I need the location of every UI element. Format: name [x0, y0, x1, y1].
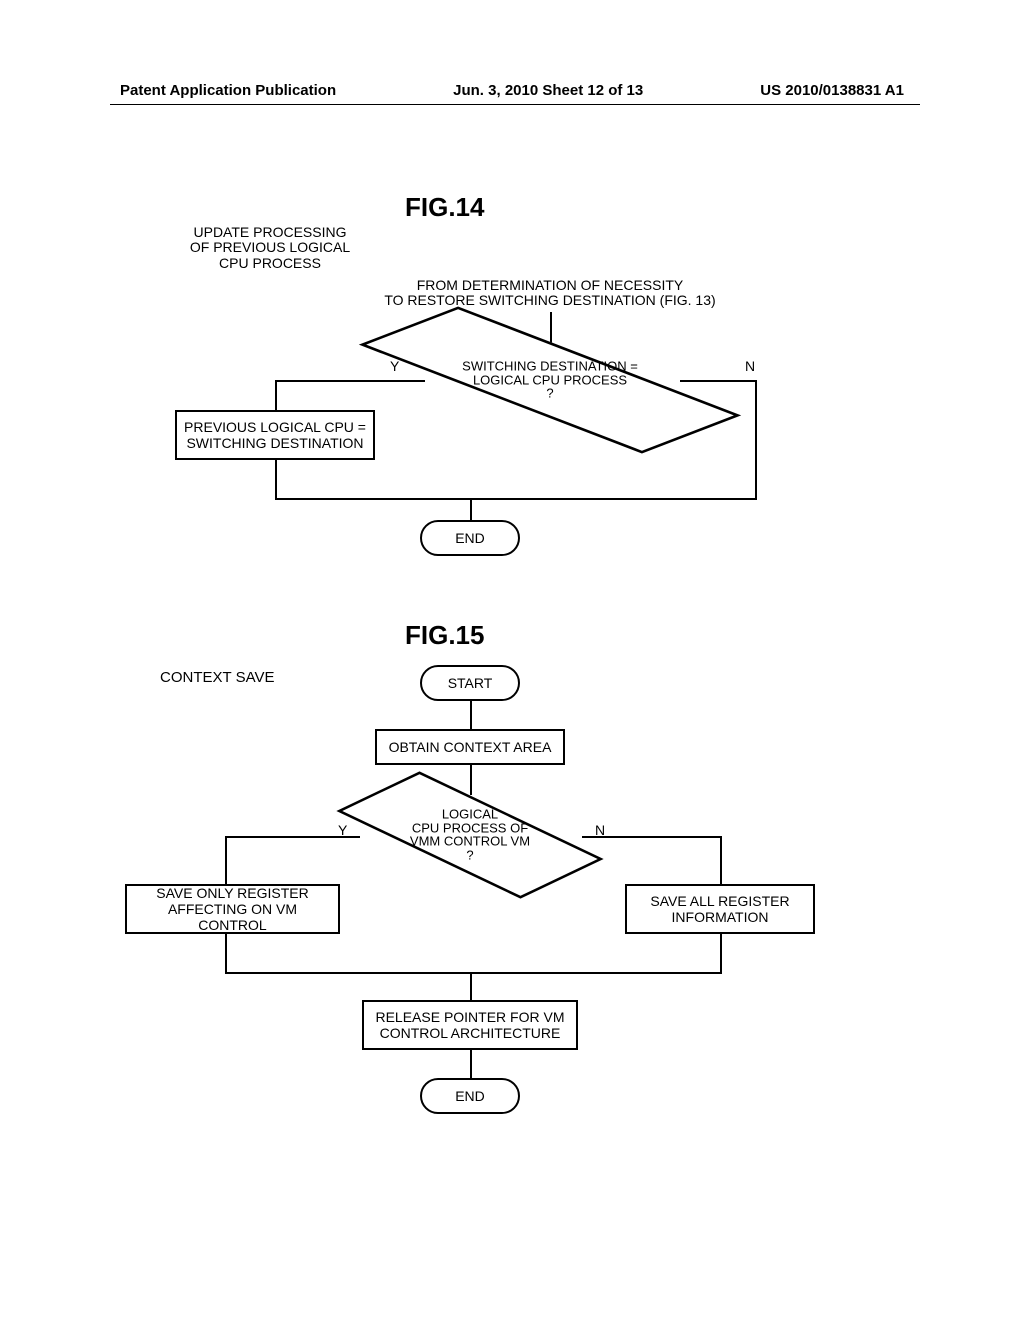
fig15-title: FIG.15	[405, 620, 484, 651]
fig15-start: START	[420, 665, 520, 701]
fig15-obtain: OBTAIN CONTEXT AREA	[375, 729, 565, 765]
fig14-decision-l3: ?	[420, 387, 680, 401]
connector	[275, 460, 277, 498]
fig15-yes-l1: SAVE ONLY REGISTER	[133, 885, 332, 901]
fig15-start-label: START	[448, 675, 493, 691]
fig15-no-box: SAVE ALL REGISTER INFORMATION	[625, 884, 815, 934]
fig15-release-l1: RELEASE POINTER FOR VM	[375, 1009, 564, 1025]
fig14-end-label: END	[455, 530, 485, 546]
fig15-end-label: END	[455, 1088, 485, 1104]
connector	[470, 972, 472, 1000]
connector	[225, 934, 227, 972]
fig14-proc-title-l1: UPDATE PROCESSING	[160, 225, 380, 240]
fig15-decision-l1: LOGICAL	[360, 808, 580, 822]
fig15-decision-l2: CPU PROCESS OF	[360, 821, 580, 835]
fig14-decision-l1: SWITCHING DESTINATION =	[420, 360, 680, 374]
fig14-proc-title-l2: OF PREVIOUS LOGICAL	[160, 240, 380, 255]
fig15-section: CONTEXT SAVE	[160, 670, 360, 687]
connector	[720, 934, 722, 972]
fig15-no-l1: SAVE ALL REGISTER	[650, 893, 789, 909]
connector	[470, 701, 472, 729]
fig14-proc-title: UPDATE PROCESSING OF PREVIOUS LOGICAL CP…	[160, 225, 380, 271]
connector	[225, 836, 360, 838]
connector	[275, 498, 757, 500]
page-header: Patent Application Publication Jun. 3, 2…	[0, 82, 1024, 99]
fig14-yes-box: PREVIOUS LOGICAL CPU = SWITCHING DESTINA…	[175, 410, 375, 460]
connector	[225, 972, 722, 974]
fig14-y-label: Y	[390, 358, 399, 374]
connector	[225, 836, 227, 884]
fig14-decision-l2: LOGICAL CPU PROCESS	[420, 373, 680, 387]
fig15-decision-text: LOGICAL CPU PROCESS OF VMM CONTROL VM ?	[360, 808, 580, 863]
fig14-decision: SWITCHING DESTINATION = LOGICAL CPU PROC…	[420, 335, 680, 425]
fig15-yes-l2: AFFECTING ON VM CONTROL	[133, 901, 332, 933]
fig15-decision-l3: VMM CONTROL VM	[360, 835, 580, 849]
header-rule	[110, 104, 920, 105]
fig15-obtain-label: OBTAIN CONTEXT AREA	[389, 739, 552, 755]
header-left: Patent Application Publication	[120, 82, 336, 99]
fig14-title: FIG.14	[405, 192, 484, 223]
fig15-decision: LOGICAL CPU PROCESS OF VMM CONTROL VM ?	[360, 787, 580, 883]
fig15-release: RELEASE POINTER FOR VM CONTROL ARCHITECT…	[362, 1000, 578, 1050]
connector	[470, 1050, 472, 1078]
connector	[755, 380, 757, 498]
connector	[470, 498, 472, 520]
page: Patent Application Publication Jun. 3, 2…	[0, 0, 1024, 1320]
fig15-end: END	[420, 1078, 520, 1114]
fig15-decision-l4: ?	[360, 849, 580, 863]
fig15-no-l2: INFORMATION	[650, 909, 789, 925]
connector	[720, 836, 722, 884]
fig15-release-l2: CONTROL ARCHITECTURE	[375, 1025, 564, 1041]
fig14-yes-l2: SWITCHING DESTINATION	[184, 435, 366, 451]
fig14-proc-title-l3: CPU PROCESS	[160, 256, 380, 271]
connector	[680, 380, 755, 382]
header-right: US 2010/0138831 A1	[760, 82, 904, 99]
connector	[275, 380, 425, 382]
fig14-from: FROM DETERMINATION OF NECESSITY TO RESTO…	[370, 278, 730, 309]
header-center: Jun. 3, 2010 Sheet 12 of 13	[453, 82, 643, 99]
fig15-yes-box: SAVE ONLY REGISTER AFFECTING ON VM CONTR…	[125, 884, 340, 934]
fig14-n-label: N	[745, 358, 755, 374]
fig14-from-l2: TO RESTORE SWITCHING DESTINATION (FIG. 1…	[370, 293, 730, 308]
fig14-end: END	[420, 520, 520, 556]
fig14-from-l1: FROM DETERMINATION OF NECESSITY	[370, 278, 730, 293]
connector	[275, 380, 277, 410]
fig14-yes-l1: PREVIOUS LOGICAL CPU =	[184, 419, 366, 435]
fig14-decision-text: SWITCHING DESTINATION = LOGICAL CPU PROC…	[420, 360, 680, 401]
connector	[582, 836, 720, 838]
